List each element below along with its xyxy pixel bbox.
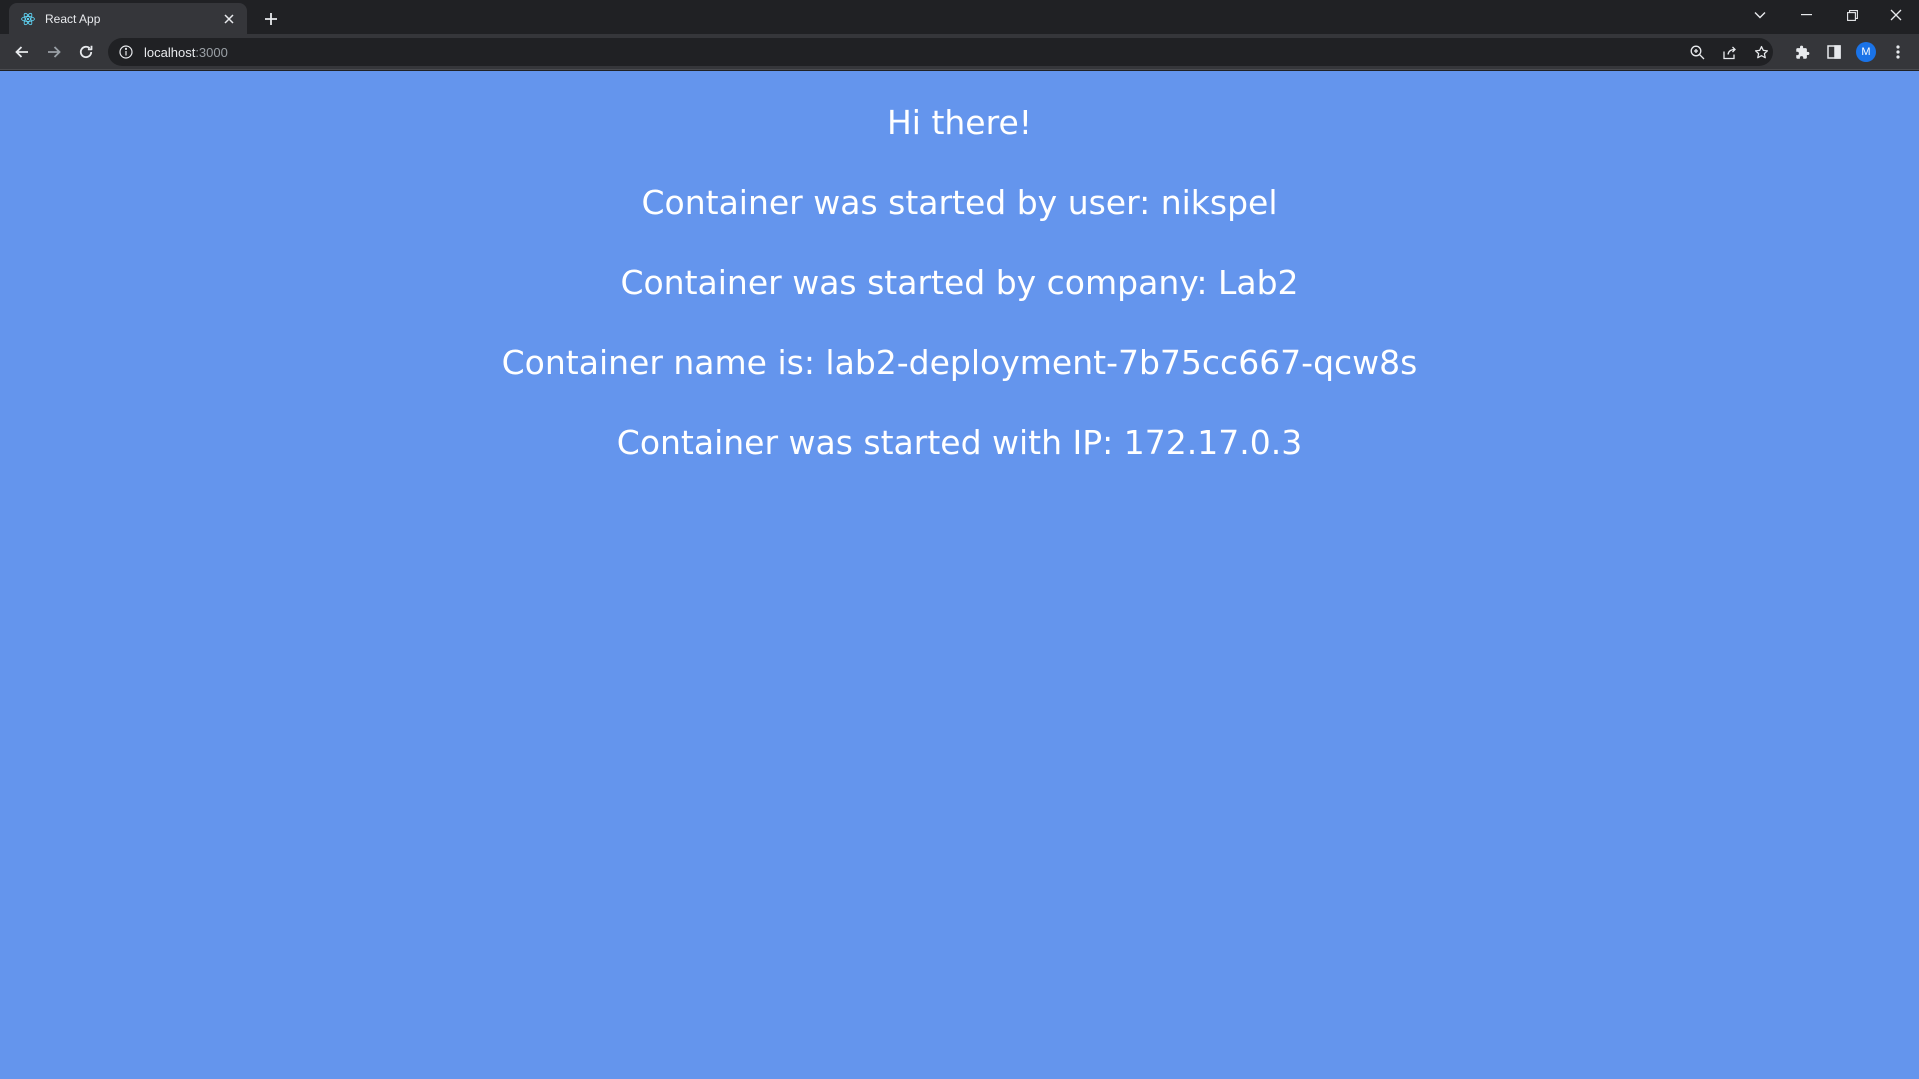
greeting-text: Hi there! bbox=[886, 103, 1032, 142]
tab-react-app[interactable]: React App bbox=[9, 3, 247, 34]
new-tab-button[interactable] bbox=[258, 6, 284, 32]
container-info: Hi there! Container was started by user:… bbox=[0, 103, 1919, 503]
back-arrow-icon[interactable] bbox=[8, 38, 36, 66]
avatar-initial: M bbox=[1856, 42, 1876, 62]
bookmark-star-icon[interactable] bbox=[1749, 42, 1773, 62]
started-by-company-text: Container was started by company: Lab2 bbox=[620, 263, 1299, 302]
profile-avatar[interactable]: M bbox=[1852, 38, 1880, 66]
url-port: :3000 bbox=[195, 44, 228, 60]
browser-toolbar: localhost:3000 M bbox=[0, 34, 1919, 70]
started-by-user-text: Container was started by user: nikspel bbox=[641, 183, 1278, 222]
container-ip-text: Container was started with IP: 172.17.0.… bbox=[616, 423, 1303, 462]
page-viewport: Hi there! Container was started by user:… bbox=[0, 71, 1919, 1079]
url-text: localhost:3000 bbox=[144, 45, 228, 60]
reload-icon[interactable] bbox=[72, 38, 100, 66]
menu-kebab-icon[interactable] bbox=[1884, 38, 1912, 66]
forward-arrow-icon[interactable] bbox=[40, 38, 68, 66]
close-window-icon[interactable] bbox=[1873, 0, 1919, 30]
extensions-puzzle-icon[interactable] bbox=[1788, 38, 1816, 66]
zoom-icon[interactable] bbox=[1685, 42, 1709, 62]
share-icon[interactable] bbox=[1717, 42, 1741, 62]
side-panel-icon[interactable] bbox=[1820, 38, 1848, 66]
close-tab-icon[interactable] bbox=[220, 10, 238, 28]
tab-title: React App bbox=[45, 11, 101, 26]
react-logo-icon bbox=[20, 11, 36, 27]
minimize-icon[interactable] bbox=[1783, 0, 1829, 30]
tab-search-chevron-down-icon[interactable] bbox=[1737, 0, 1783, 30]
tab-strip: React App bbox=[0, 0, 1919, 34]
restore-icon[interactable] bbox=[1829, 0, 1875, 30]
url-host: localhost bbox=[144, 44, 196, 60]
container-name-text: Container name is: lab2-deployment-7b75c… bbox=[501, 343, 1418, 382]
site-info-icon[interactable] bbox=[118, 44, 134, 60]
address-bar[interactable]: localhost:3000 bbox=[108, 38, 1773, 66]
